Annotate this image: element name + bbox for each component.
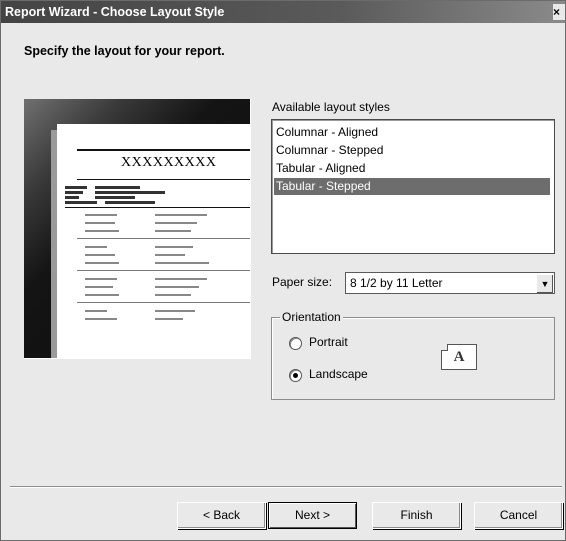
paper-size-dropdown[interactable]: 8 1/2 by 11 Letter ▼ <box>345 272 555 294</box>
portrait-label[interactable]: Portrait <box>309 335 348 349</box>
layout-style-columnar-aligned[interactable]: Columnar - Aligned <box>274 124 550 141</box>
layout-style-tabular-stepped[interactable]: Tabular - Stepped <box>274 178 550 195</box>
layout-style-columnar-stepped[interactable]: Columnar - Stepped <box>274 142 550 159</box>
paper-size-value: 8 1/2 by 11 Letter <box>350 276 443 290</box>
close-icon[interactable]: × <box>553 4 565 20</box>
next-button[interactable]: Next > <box>268 502 357 529</box>
back-button[interactable]: < Back <box>177 502 266 529</box>
layout-preview-image: XXXXXXXXX <box>24 99 251 359</box>
layout-styles-label: Available layout styles <box>272 100 390 114</box>
preview-report-title: XXXXXXXXX <box>121 155 217 170</box>
orientation-group: Orientation <box>271 310 555 400</box>
page-heading: Specify the layout for your report. <box>24 44 225 58</box>
paper-size-label: Paper size: <box>272 275 333 289</box>
window-title: Report Wizard - Choose Layout Style <box>5 5 225 19</box>
chevron-down-icon[interactable]: ▼ <box>536 274 553 293</box>
landscape-page-icon: A <box>441 344 477 370</box>
title-bar: Report Wizard - Choose Layout Style × <box>1 1 565 23</box>
landscape-label[interactable]: Landscape <box>309 367 368 381</box>
portrait-radio[interactable] <box>289 337 302 350</box>
landscape-radio[interactable] <box>289 369 302 382</box>
layout-style-tabular-aligned[interactable]: Tabular - Aligned <box>274 160 550 177</box>
finish-button[interactable]: Finish <box>372 502 461 529</box>
report-wizard-window: Report Wizard - Choose Layout Style × Sp… <box>0 0 566 541</box>
separator <box>10 486 562 488</box>
cancel-button[interactable]: Cancel <box>474 502 563 529</box>
orientation-legend: Orientation <box>280 310 343 324</box>
layout-styles-listbox[interactable]: Columnar - Aligned Columnar - Stepped Ta… <box>271 119 555 254</box>
preview-page: XXXXXXXXX <box>57 124 250 358</box>
